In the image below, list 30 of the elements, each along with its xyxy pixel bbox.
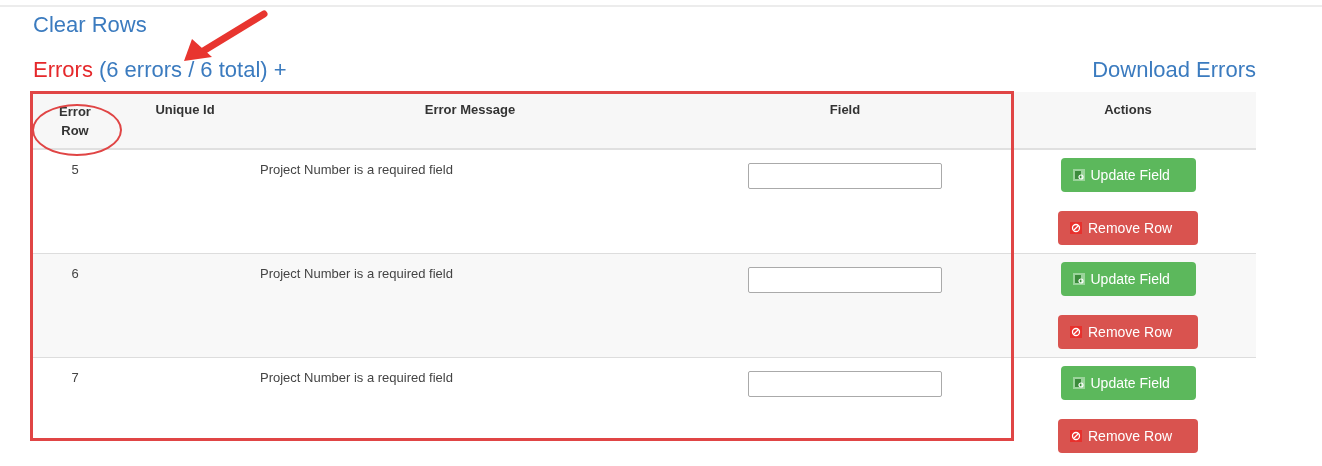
table-cell: 7 [71,369,79,385]
remove-row-button[interactable]: Remove Row [1058,418,1198,453]
column-header: Error Message [424,102,516,117]
input-field[interactable] [748,370,942,397]
table-cell: 6 [71,265,79,281]
errors-heading: Errors [33,57,93,83]
prohibited-icon [1070,325,1082,338]
download-errors-link[interactable]: Download Errors [1092,57,1256,83]
clear-rows-link[interactable]: Clear Rows [33,12,147,37]
update-field-button[interactable]: Update Field [1060,158,1196,192]
table-cell: Project Number is a required field [260,162,453,177]
prohibited-icon [1070,222,1082,234]
input-field[interactable] [748,163,942,189]
column-header: Field [829,102,861,117]
document-search-icon [1072,272,1085,285]
remove-row-button[interactable]: Remove Row [1058,211,1198,245]
input-field[interactable] [748,266,942,293]
column-header: Unique Id [155,102,215,117]
remove-row-button[interactable]: Remove Row [1058,314,1198,349]
column-header: Actions [1104,102,1152,117]
table-cell: Project Number is a required field [260,369,453,385]
document-search-icon [1072,169,1085,181]
document-search-icon [1072,376,1085,389]
table-cell: 5 [71,162,79,177]
prohibited-icon [1070,429,1082,442]
column-header: Error Row [58,103,92,140]
update-field-button[interactable]: Update Field [1060,365,1196,400]
errors-summary-link[interactable]: (6 errors / 6 total) + [98,57,287,83]
update-field-button[interactable]: Update Field [1060,261,1196,296]
table-cell: Project Number is a required field [260,265,453,281]
